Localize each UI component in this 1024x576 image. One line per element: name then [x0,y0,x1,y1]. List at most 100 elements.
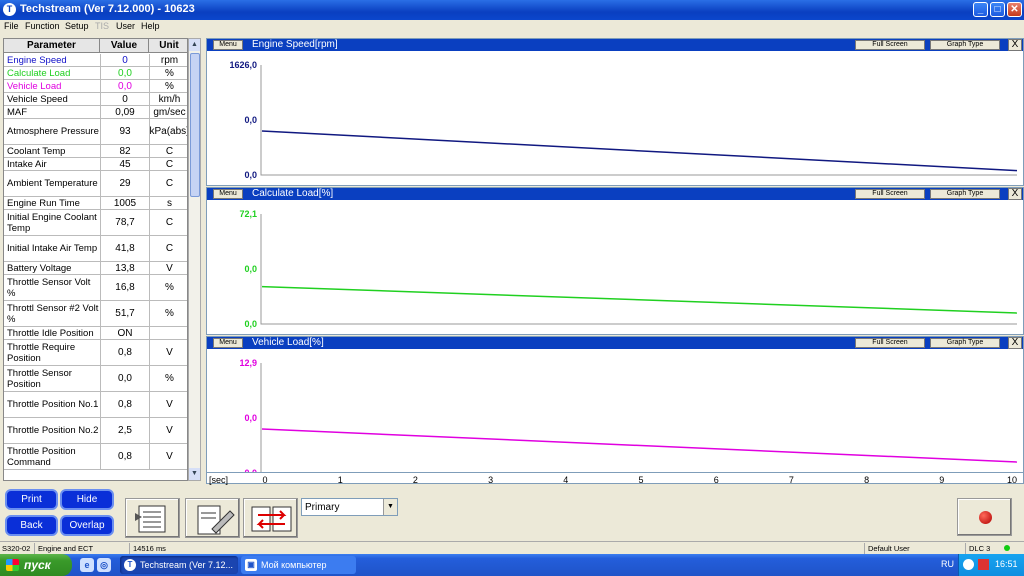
param-value: 78,7 [100,210,149,235]
dropdown-arrow-icon[interactable]: ▼ [383,499,397,515]
param-unit: C [149,171,187,196]
data-list-tool-button[interactable] [125,498,180,538]
graph-header: Menu Engine Speed[rpm] Full Screen Graph Ty… [207,39,1023,51]
taskbar-item-techstream-label: Techstream (Ver 7.12... [140,560,234,570]
maximize-button[interactable]: □ [990,2,1005,17]
table-scrollbar[interactable]: ▲ ▼ [188,38,201,481]
table-row[interactable]: Vehicle Speed 0 km/h [4,93,187,106]
table-row[interactable]: Intake Air 45 C [4,158,187,171]
tray-shield-icon[interactable] [978,559,989,570]
graph-menu-button[interactable]: Menu [213,189,243,199]
taskbar-item-techstream[interactable]: T Techstream (Ver 7.12... [120,556,238,574]
param-name: Vehicle Load [7,80,62,92]
x-axis-tick: 10 [1007,475,1017,485]
graph-type-button[interactable]: Graph Type [930,189,1000,199]
ie-quicklaunch-icon[interactable]: e [80,558,94,572]
table-row[interactable]: Engine Run Time 1005 s [4,197,187,210]
param-name: Vehicle Speed [7,93,68,105]
table-row[interactable]: Throttle Sensor Position 0,0% [4,366,187,392]
graph-plot: 72,1 0,0 0,0 [239,209,1018,329]
table-row[interactable]: MAF 0,09 gm/sec [4,106,187,119]
menu-function[interactable]: Function [25,21,60,31]
language-indicator[interactable]: RU [941,559,954,569]
menu-file[interactable]: File [4,21,19,31]
table-row[interactable]: Throttl Sensor #2 Volt % 51,7% [4,301,187,327]
table-row[interactable]: Vehicle Load 0,0% [4,80,187,93]
graph-header: Menu Vehicle Load[%] Full Screen Graph Type… [207,337,1023,349]
table-row[interactable]: Battery Voltage 13,8 V [4,262,187,275]
scroll-up-icon[interactable]: ▲ [189,39,200,51]
graph-menu-button[interactable]: Menu [213,338,243,348]
menu-tis: TIS [95,21,110,31]
param-unit: s [149,197,187,209]
full-screen-button[interactable]: Full Screen [855,189,925,199]
record-button[interactable] [957,498,1012,536]
graph-panel: Menu Vehicle Load[%] Full Screen Graph Type… [206,336,1024,484]
param-unit: V [149,418,187,443]
param-name: Atmosphere Pressure [7,126,99,137]
graph-close-button[interactable]: X [1008,39,1022,51]
x-axis-tick: 6 [714,475,719,485]
param-value: 51,7 [100,301,149,326]
header-parameter[interactable]: Parameter [4,39,100,53]
menu-setup[interactable]: Setup [65,21,89,31]
header-unit[interactable]: Unit [149,39,187,53]
param-value: 41,8 [100,236,149,261]
param-name: Initial Engine Coolant Temp [7,211,97,234]
window-title: Techstream (Ver 7.12.000) - 10623 [20,3,195,15]
snapshot-tool-button[interactable] [185,498,240,538]
graph-close-button[interactable]: X [1008,188,1022,200]
y-axis-label: 72,1 [239,209,257,219]
swap-tool-button[interactable] [243,498,298,538]
table-row[interactable]: Coolant Temp 82 C [4,145,187,158]
table-row[interactable]: Throttle Sensor Volt % 16,8% [4,275,187,301]
table-row[interactable]: Engine Speed 0 rpm [4,54,187,67]
table-row[interactable]: Throttle Position Command 0,8 V [4,444,187,470]
tray-app-icon[interactable] [963,559,974,570]
table-row[interactable]: Initial Engine Coolant Temp 78,7 C [4,210,187,236]
param-value: 0,8 [100,444,149,469]
table-row[interactable]: Ambient Temperature 29 C [4,171,187,197]
primary-select[interactable]: Primary ▼ [301,498,398,516]
table-row[interactable]: Throttle Position No.2 2,5 V [4,418,187,444]
graph-type-button[interactable]: Graph Type [930,338,1000,348]
scroll-thumb[interactable] [190,53,200,197]
close-button[interactable]: ✕ [1007,2,1022,17]
param-unit: V [149,444,187,469]
x-axis-tick: 9 [939,475,944,485]
overlap-button[interactable]: Overlap [60,515,114,536]
table-row[interactable]: Throttle Idle Position ON [4,327,187,340]
header-value[interactable]: Value [100,39,149,53]
graph-type-button[interactable]: Graph Type [930,40,1000,50]
print-button[interactable]: Print [5,489,58,510]
graph-plot: 12,90,00,0 [239,358,1018,478]
menu-help[interactable]: Help [141,21,160,31]
scroll-down-icon[interactable]: ▼ [189,468,200,480]
graph-close-button[interactable]: X [1008,337,1022,349]
param-value: 0,0 [100,67,149,79]
graph-series-line [261,428,1018,463]
table-row[interactable]: Calculate Load 0,0% [4,67,187,80]
taskbar-item-my-computer[interactable]: ▣ Мой компьютер [241,556,356,574]
browser-quicklaunch-icon[interactable]: ◎ [97,558,111,572]
graph-menu-button[interactable]: Menu [213,40,243,50]
table-row[interactable]: Throttle Require Position 0,8 V [4,340,187,366]
minimize-button[interactable]: _ [973,2,988,17]
start-button[interactable]: пуск [0,554,72,576]
full-screen-button[interactable]: Full Screen [855,338,925,348]
table-row[interactable]: Throttle Position No.1 0,8 V [4,392,187,418]
table-row[interactable]: Atmosphere Pressure 93 kPa(abs) [4,119,187,145]
table-row[interactable]: Initial Intake Air Temp 41,8 C [4,236,187,262]
param-unit: gm/sec [149,106,187,118]
x-axis-tick: 8 [864,475,869,485]
x-axis-tick: 7 [789,475,794,485]
hide-button[interactable]: Hide [60,489,114,510]
param-name: Throttle Sensor Volt % [7,276,91,299]
back-button[interactable]: Back [5,515,58,536]
graph-title: Engine Speed[rpm] [252,39,338,50]
menu-user[interactable]: User [116,21,135,31]
status-dlc: DLC 3 [967,543,1024,554]
param-name: Engine Run Time [7,197,80,209]
param-value: 82 [100,145,149,157]
full-screen-button[interactable]: Full Screen [855,40,925,50]
